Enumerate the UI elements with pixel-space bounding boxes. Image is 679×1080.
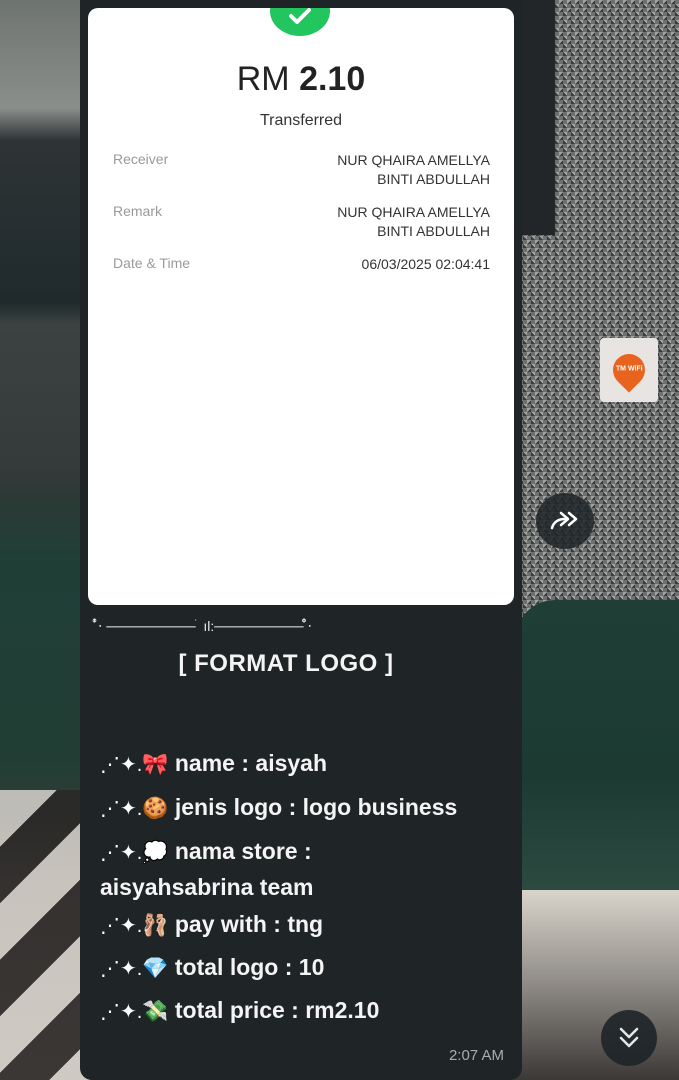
receiver-value: NUR QHAIRA AMELLYA BINTI ABDULLAH xyxy=(337,151,490,189)
message-timestamp: 2:07 AM xyxy=(448,1047,504,1064)
datetime-row: Date & Time 06/03/2025 02:04:41 xyxy=(113,255,490,274)
caption-item-store-name-continued: aisyahsabrina team xyxy=(100,874,314,900)
sparkle-icon: ⋰✦. xyxy=(100,1001,143,1023)
remark-value: NUR QHAIRA AMELLYA BINTI ABDULLAH xyxy=(337,203,490,241)
chat-background-floor-right xyxy=(515,890,679,1080)
caption-item-text: total price : rm2.10 xyxy=(174,997,380,1023)
sparkle-icon: ⋰✦. xyxy=(100,842,143,864)
transfer-status: Transferred xyxy=(259,112,343,129)
receiver-value-line2: BINTI ABDULLAH xyxy=(377,171,490,187)
caption-item-text: total logo : 10 xyxy=(174,954,325,980)
datetime-label: Date & Time xyxy=(113,255,191,271)
remark-label: Remark xyxy=(113,203,163,219)
double-chevron-down-icon xyxy=(619,1027,639,1048)
success-check-icon xyxy=(270,8,330,36)
amount-value: 2.10 xyxy=(299,60,366,98)
datetime-value: 06/03/2025 02:04:41 xyxy=(361,256,490,272)
chat-background-floor xyxy=(0,790,90,1080)
chat-screen: TM WiFi RM 2.10 Transferred Receiver NUR… xyxy=(0,0,679,1080)
sparkle-icon: ⋰✦. xyxy=(100,754,143,776)
transfer-amount: RM 2.10 xyxy=(88,60,514,99)
caption-item-name: ⋰✦.🎀 name : aisyah xyxy=(100,750,510,777)
receiver-value-line1: NUR QHAIRA AMELLYA xyxy=(337,152,490,168)
caption-item-text: nama store : xyxy=(174,838,312,864)
caption-item-text: pay with : tng xyxy=(174,911,324,937)
cookie-icon: 🍪 xyxy=(142,797,169,820)
scroll-down-button[interactable] xyxy=(601,1010,657,1066)
caption-item-total-price: ⋰✦.💸 total price : rm2.10 xyxy=(100,997,510,1024)
receiver-label: Receiver xyxy=(113,151,169,167)
forward-button[interactable] xyxy=(536,493,594,549)
wifi-sign-image: TM WiFi xyxy=(600,338,658,402)
caption-format-title: [ FORMAT LOGO ] xyxy=(178,650,394,677)
forward-icon xyxy=(550,511,578,530)
remark-value-line1: NUR QHAIRA AMELLYA xyxy=(337,204,490,220)
chat-background-jacket xyxy=(515,600,679,890)
gem-icon: 💎 xyxy=(142,957,169,980)
caption-divider: ‧̍̊ ───────── ׄ ıl׃ ───────── ‧̍̊ xyxy=(98,618,312,634)
money-wings-icon: 💸 xyxy=(142,1000,169,1023)
sparkle-icon: ⋰✦. xyxy=(100,958,143,980)
remark-row: Remark NUR QHAIRA AMELLYA BINTI ABDULLAH xyxy=(113,203,490,241)
sparkle-icon: ⋰✦. xyxy=(100,798,143,820)
receipt-image[interactable]: RM 2.10 Transferred Receiver NUR QHAIRA … xyxy=(88,8,514,605)
caption-item-text: name : aisyah xyxy=(174,750,328,776)
wifi-pin-icon: TM WiFi xyxy=(606,347,652,393)
receiver-row: Receiver NUR QHAIRA AMELLYA BINTI ABDULL… xyxy=(113,151,490,189)
thought-bubble-icon: 💭 xyxy=(142,841,169,864)
caption-item-text: jenis logo : logo business xyxy=(174,794,458,820)
wifi-sign-label: TM WiFi xyxy=(615,366,643,374)
caption-item-payment: ⋰✦.🩰 pay with : tng xyxy=(100,911,510,938)
remark-value-line2: BINTI ABDULLAH xyxy=(377,223,490,239)
ballet-shoes-icon: 🩰 xyxy=(142,914,169,937)
sparkle-icon: ⋰✦. xyxy=(100,915,143,937)
caption-item-total-logo: ⋰✦.💎 total logo : 10 xyxy=(100,954,510,981)
amount-currency: RM xyxy=(236,60,290,98)
caption-item-logo-type: ⋰✦.🍪 jenis logo : logo business xyxy=(100,794,510,821)
ribbon-icon: 🎀 xyxy=(142,753,169,776)
caption-item-store-name: ⋰✦.💭 nama store : xyxy=(100,838,510,865)
